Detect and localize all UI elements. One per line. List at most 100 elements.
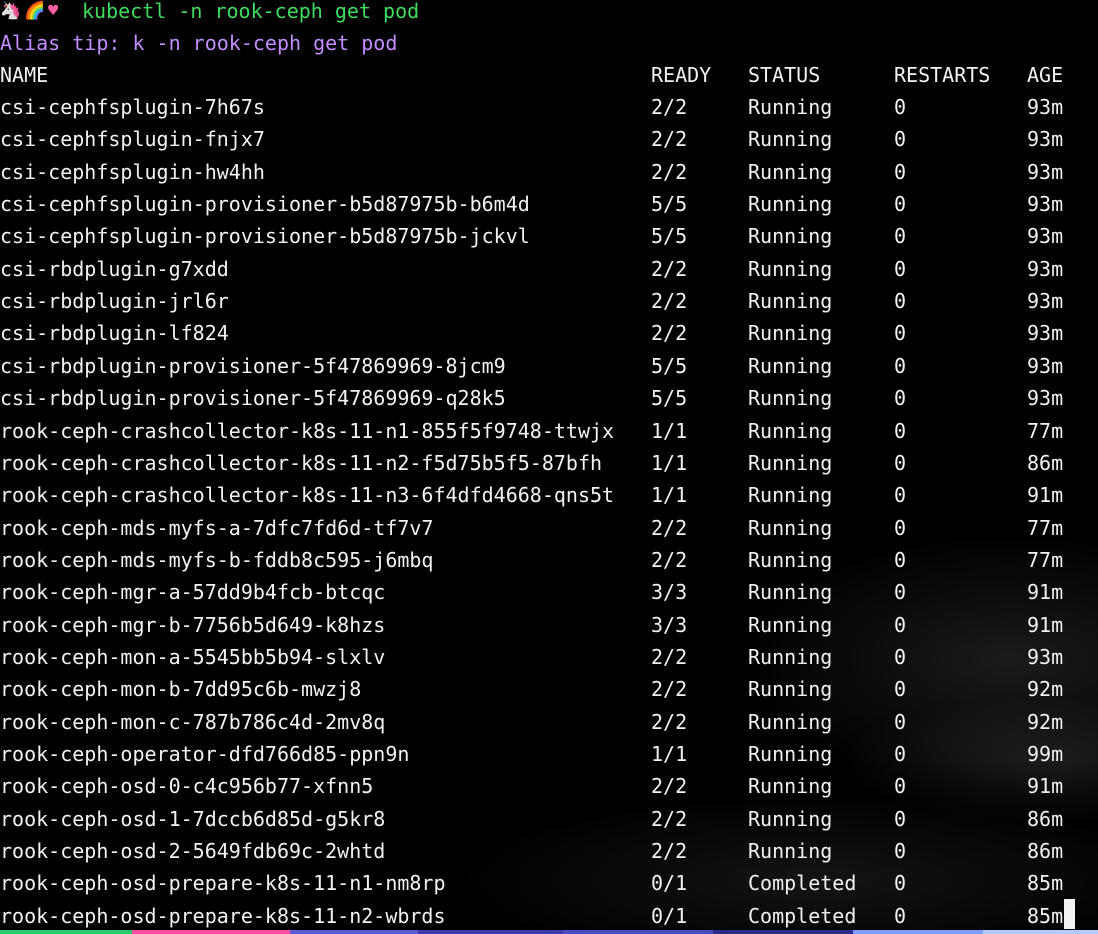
cell-ready: 2/2 <box>651 289 688 314</box>
cell-age: 77m <box>1027 515 1064 540</box>
cell-name: csi-rbdplugin-provisioner-5f47869969-8jc… <box>0 353 506 378</box>
command-text: kubectl -n rook-ceph get pod <box>82 0 420 23</box>
cell-status: Running <box>748 644 833 669</box>
cell-name: rook-ceph-osd-prepare-k8s-11-n2-wbrds <box>0 903 446 928</box>
header-ready: READY <box>651 63 712 87</box>
cell-status: Running <box>748 192 833 217</box>
cell-name: csi-cephfsplugin-fnjx7 <box>0 127 265 152</box>
cell-restarts: 0 <box>894 580 907 605</box>
cell-age: 99m <box>1027 742 1064 766</box>
cell-status: Running <box>748 95 833 119</box>
cell-name: csi-rbdplugin-lf824 <box>0 321 229 346</box>
cell-name: rook-ceph-osd-prepare-k8s-11-n1-nm8rp <box>0 871 446 896</box>
cell-status: Running <box>748 515 833 540</box>
cell-name: csi-cephfsplugin-7h67s <box>0 95 265 119</box>
cell-age: 93m <box>1027 321 1064 346</box>
cell-status: Completed <box>748 903 857 928</box>
cell-status: Running <box>748 483 833 508</box>
cell-status: Running <box>748 256 833 281</box>
cell-ready: 0/1 <box>651 903 688 928</box>
cell-restarts: 0 <box>894 353 907 378</box>
cell-ready: 2/2 <box>651 806 688 831</box>
status-bar-segment <box>983 930 1098 934</box>
cell-age: 91m <box>1027 580 1064 605</box>
cell-restarts: 0 <box>894 418 907 443</box>
header-restarts: RESTARTS <box>894 63 991 87</box>
cell-age: 77m <box>1027 547 1064 572</box>
cell-name: csi-rbdplugin-jrl6r <box>0 289 229 314</box>
cell-restarts: 0 <box>894 515 907 540</box>
cell-ready: 2/2 <box>651 256 688 281</box>
cell-ready: 2/2 <box>651 95 688 119</box>
cell-ready: 3/3 <box>651 612 688 637</box>
rainbow-icon: 🌈 <box>24 1 46 21</box>
header-status: STATUS <box>748 63 821 87</box>
terminal-window[interactable]: 🦄 🌈 ♥ kubectl -n rook-ceph get pod Alias… <box>0 0 1098 934</box>
cell-ready: 1/1 <box>651 418 688 443</box>
table-header: NAME READY STATUS RESTARTS AGE <box>0 59 1063 91</box>
cell-status: Running <box>748 159 833 184</box>
cell-restarts: 0 <box>894 612 907 637</box>
status-bar-segment <box>853 930 983 934</box>
status-bar-segment <box>290 930 418 934</box>
cell-age: 86m <box>1027 806 1064 831</box>
cell-ready: 2/2 <box>651 515 688 540</box>
cell-age: 93m <box>1027 127 1064 152</box>
unicorn-icon: 🦄 <box>0 1 22 21</box>
cell-status: Running <box>748 612 833 637</box>
heart-icon: ♥ <box>48 1 59 21</box>
cell-age: 93m <box>1027 353 1064 378</box>
cell-name: rook-ceph-operator-dfd766d85-ppn9n <box>0 742 410 766</box>
cell-status: Running <box>748 386 833 411</box>
cell-name: csi-rbdplugin-g7xdd <box>0 256 229 281</box>
cell-ready: 5/5 <box>651 386 688 411</box>
prompt-line: 🦄 🌈 ♥ kubectl -n rook-ceph get pod <box>0 0 419 27</box>
cell-age: 93m <box>1027 224 1064 249</box>
cell-restarts: 0 <box>894 742 907 766</box>
status-bar-segment <box>713 930 853 934</box>
cell-ready: 1/1 <box>651 483 688 508</box>
cell-restarts: 0 <box>894 192 907 217</box>
cell-restarts: 0 <box>894 127 907 152</box>
cell-restarts: 0 <box>894 256 907 281</box>
cell-status: Running <box>748 547 833 572</box>
cell-age: 92m <box>1027 677 1064 702</box>
cell-name: rook-ceph-mds-myfs-b-fddb8c595-j6mbq <box>0 547 434 572</box>
cell-name: rook-ceph-crashcollector-k8s-11-n3-6f4df… <box>0 483 615 508</box>
header-name: NAME <box>0 63 49 87</box>
cell-ready: 2/2 <box>651 774 688 799</box>
cell-status: Running <box>748 806 833 831</box>
terminal-cursor <box>1064 899 1075 929</box>
cell-name: csi-rbdplugin-provisioner-5f47869969-q28… <box>0 386 506 411</box>
cell-name: rook-ceph-mds-myfs-a-7dfc7fd6d-tf7v7 <box>0 515 434 540</box>
cell-status: Running <box>748 127 833 152</box>
cell-restarts: 0 <box>894 159 907 184</box>
cell-restarts: 0 <box>894 677 907 702</box>
cell-name: rook-ceph-mon-a-5545bb5b94-slxlv <box>0 644 386 669</box>
cell-age: 86m <box>1027 839 1064 864</box>
cell-age: 77m <box>1027 418 1064 443</box>
cell-status: Running <box>748 580 833 605</box>
status-bar-segment <box>132 930 290 934</box>
cell-age: 93m <box>1027 289 1064 314</box>
header-age: AGE <box>1027 63 1064 87</box>
cell-ready: 2/2 <box>651 839 688 864</box>
cell-restarts: 0 <box>894 774 907 799</box>
cell-status: Running <box>748 224 833 249</box>
cell-name: csi-cephfsplugin-provisioner-b5d87975b-j… <box>0 224 530 249</box>
cell-age: 93m <box>1027 159 1064 184</box>
cell-restarts: 0 <box>894 289 907 314</box>
cell-name: rook-ceph-mon-b-7dd95c6b-mwzj8 <box>0 677 362 702</box>
cell-ready: 3/3 <box>651 580 688 605</box>
cell-age: 85m <box>1027 903 1064 928</box>
cell-ready: 2/2 <box>651 644 688 669</box>
cell-ready: 2/2 <box>651 159 688 184</box>
status-color-bar <box>0 930 1098 934</box>
cell-age: 91m <box>1027 612 1064 637</box>
cell-restarts: 0 <box>894 450 907 475</box>
cell-status: Running <box>748 774 833 799</box>
status-bar-segment <box>563 930 713 934</box>
cell-status: Running <box>748 353 833 378</box>
cell-restarts: 0 <box>894 871 907 896</box>
cell-restarts: 0 <box>894 321 907 346</box>
